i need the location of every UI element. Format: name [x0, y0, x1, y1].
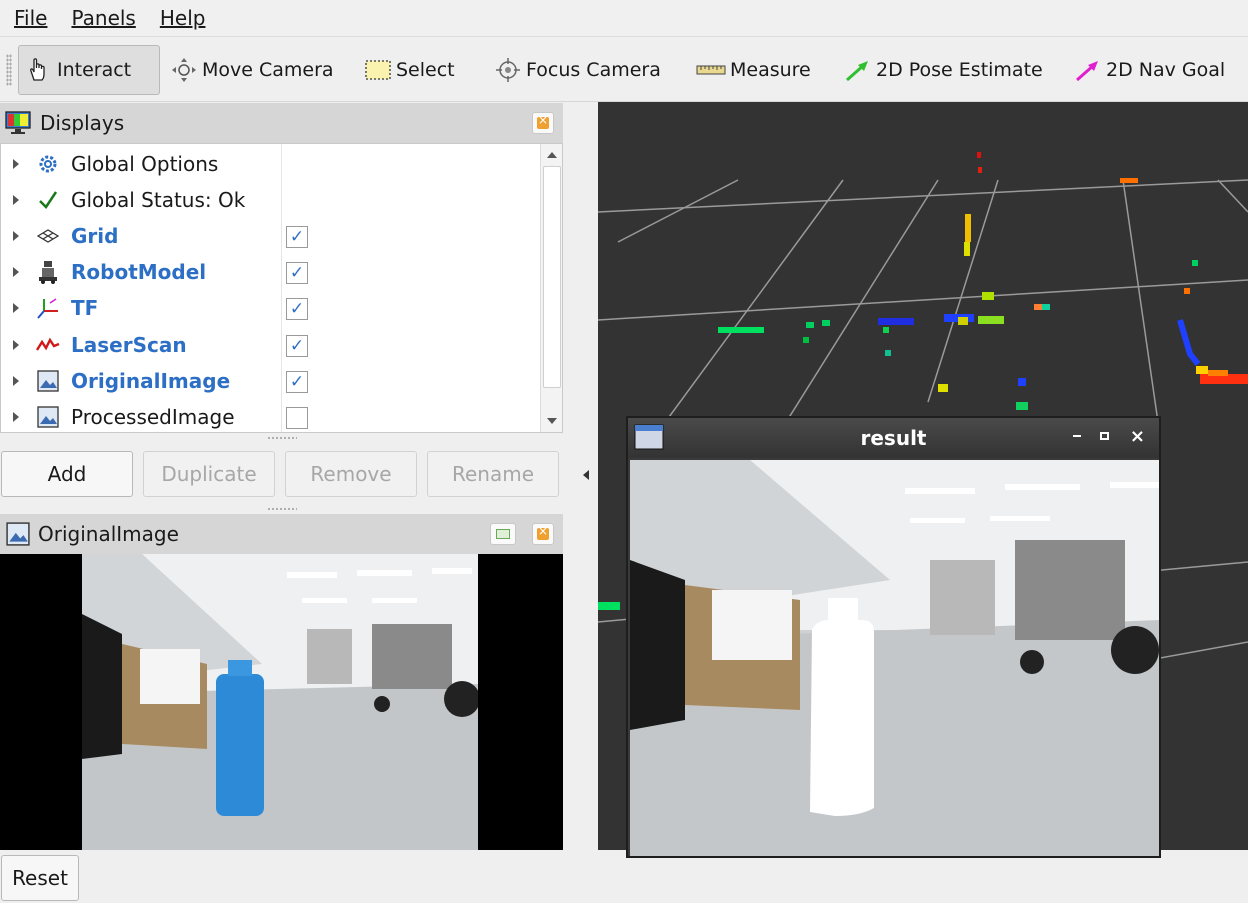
- originalimage-close-button[interactable]: [532, 523, 554, 545]
- tool-interact[interactable]: Interact: [18, 45, 160, 95]
- originalimage-view: [0, 554, 563, 850]
- result-titlebar[interactable]: result ×: [628, 418, 1159, 458]
- expand-arrow-icon[interactable]: [13, 267, 19, 277]
- tool-focus-camera[interactable]: Focus Camera: [488, 45, 667, 95]
- display-label: RobotModel: [71, 260, 207, 284]
- display-label: ProcessedImage: [71, 405, 235, 429]
- reset-button[interactable]: Reset: [1, 855, 79, 901]
- expand-arrow-icon[interactable]: [13, 340, 19, 350]
- display-label: LaserScan: [71, 333, 187, 357]
- tool-interact-label: Interact: [57, 59, 132, 81]
- display-item-global-options[interactable]: Global Options: [1, 146, 539, 182]
- float-panel-button[interactable]: [490, 523, 516, 545]
- move-camera-icon: [172, 58, 196, 82]
- scroll-down-icon[interactable]: [547, 418, 557, 424]
- tool-2d-nav-goal[interactable]: 2D Nav Goal: [1068, 45, 1231, 95]
- originalimage-checkbox[interactable]: ✓: [286, 371, 308, 393]
- laserscan-checkbox[interactable]: ✓: [286, 335, 308, 357]
- image-icon: [6, 522, 30, 546]
- tool-focus-camera-label: Focus Camera: [526, 59, 661, 81]
- green-arrow-icon: [846, 61, 868, 82]
- expand-arrow-icon[interactable]: [13, 159, 19, 169]
- duplicate-button[interactable]: Duplicate: [143, 451, 275, 497]
- tool-select[interactable]: Select: [358, 45, 461, 95]
- displays-close-button[interactable]: [532, 112, 554, 134]
- ruler-icon: [696, 65, 726, 75]
- display-item-grid[interactable]: Grid: [1, 218, 539, 254]
- tf-axes-icon: [35, 295, 61, 321]
- hand-pointer-icon: [30, 58, 45, 81]
- display-label: Global Status: Ok: [71, 188, 246, 212]
- tool-2d-pose-estimate-label: 2D Pose Estimate: [876, 59, 1043, 81]
- result-title: result: [860, 426, 927, 450]
- expand-arrow-icon[interactable]: [13, 303, 19, 313]
- expand-arrow-icon[interactable]: [13, 231, 19, 241]
- select-box-icon: [365, 60, 391, 80]
- add-button[interactable]: Add: [1, 451, 133, 497]
- robot-icon: [35, 259, 61, 285]
- remove-button[interactable]: Remove: [285, 451, 417, 497]
- check-icon: [35, 187, 61, 213]
- scroll-up-icon[interactable]: [547, 152, 557, 158]
- grid-icon: [35, 223, 61, 249]
- focus-camera-icon: [496, 58, 520, 82]
- menu-panels[interactable]: Panels: [57, 6, 145, 30]
- tool-2d-nav-goal-label: 2D Nav Goal: [1106, 59, 1226, 81]
- expand-arrow-icon[interactable]: [13, 195, 19, 205]
- camera-image: [82, 554, 478, 850]
- splitter-handle[interactable]: [267, 507, 297, 511]
- window-app-icon: [634, 424, 664, 450]
- tf-checkbox[interactable]: ✓: [286, 298, 308, 320]
- toolbar-grip[interactable]: [6, 54, 12, 86]
- display-item-robotmodel[interactable]: RobotModel: [1, 254, 539, 290]
- tool-2d-pose-estimate[interactable]: 2D Pose Estimate: [838, 45, 1049, 95]
- display-item-laserscan[interactable]: LaserScan: [1, 327, 539, 363]
- displays-title: Displays: [40, 111, 125, 135]
- expand-arrow-icon[interactable]: [13, 412, 19, 422]
- display-label: TF: [71, 296, 99, 320]
- result-image: [630, 460, 1159, 856]
- toolbar: Interact Move Camera Select Focus Camera…: [0, 38, 1248, 102]
- display-label: OriginalImage: [71, 369, 231, 393]
- robotmodel-checkbox[interactable]: ✓: [286, 262, 308, 284]
- display-item-processedimage[interactable]: ProcessedImage: [1, 399, 539, 435]
- display-item-global-status[interactable]: Global Status: Ok: [1, 182, 539, 218]
- image-icon: [35, 404, 61, 430]
- menu-help[interactable]: Help: [146, 6, 216, 30]
- displays-panel-header: Displays: [0, 103, 563, 143]
- tool-measure-label: Measure: [730, 59, 811, 81]
- display-item-tf[interactable]: TF: [1, 290, 539, 326]
- display-label: Grid: [71, 224, 119, 248]
- display-label: Global Options: [71, 152, 219, 176]
- image-icon: [35, 368, 61, 394]
- laser-icon: [35, 332, 61, 358]
- displays-tree: Global Options Global Status: Ok Grid Ro…: [0, 143, 563, 433]
- gear-icon: [35, 151, 61, 177]
- magenta-arrow-icon: [1076, 61, 1098, 82]
- tool-select-label: Select: [396, 59, 455, 81]
- menubar: File Panels Help: [0, 0, 1248, 37]
- tool-measure[interactable]: Measure: [690, 45, 817, 95]
- splitter-handle[interactable]: [267, 436, 297, 440]
- scroll-thumb[interactable]: [543, 166, 561, 388]
- rename-button[interactable]: Rename: [427, 451, 559, 497]
- displays-scrollbar[interactable]: [540, 144, 562, 432]
- maximize-icon[interactable]: [1100, 432, 1109, 440]
- grid-checkbox[interactable]: ✓: [286, 226, 308, 248]
- close-window-icon[interactable]: ×: [1130, 426, 1145, 447]
- minimize-icon[interactable]: [1073, 435, 1081, 437]
- expand-arrow-icon[interactable]: [13, 376, 19, 386]
- originalimage-title: OriginalImage: [38, 522, 179, 546]
- originalimage-panel-header: OriginalImage: [0, 514, 563, 554]
- display-item-originalimage[interactable]: OriginalImage: [1, 363, 539, 399]
- monitor-icon: [5, 111, 31, 134]
- result-window[interactable]: result ×: [626, 416, 1161, 858]
- tool-move-camera-label: Move Camera: [202, 59, 334, 81]
- collapse-left-icon[interactable]: [583, 470, 589, 480]
- tool-move-camera[interactable]: Move Camera: [164, 45, 340, 95]
- processedimage-checkbox[interactable]: [286, 407, 308, 429]
- menu-file[interactable]: File: [0, 6, 57, 30]
